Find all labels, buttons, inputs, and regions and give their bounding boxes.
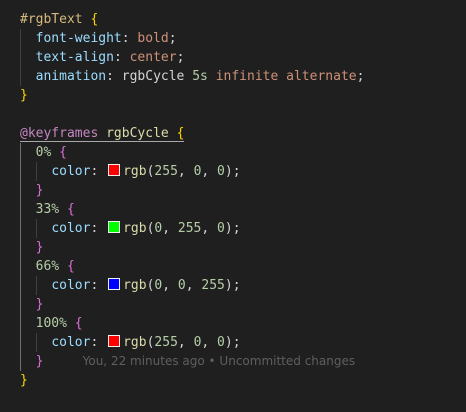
rgb-arg: 0 xyxy=(154,278,163,293)
code-line: } You, 22 minutes ago • Uncommitted chan… xyxy=(20,352,355,371)
code-line: @keyframes rgbCycle { xyxy=(20,124,185,143)
code-line: color: rgb(0, 255, 0); xyxy=(51,221,241,236)
code-line: } xyxy=(20,295,44,314)
css-property: color xyxy=(51,278,91,293)
keyframes-name: rgbCycle xyxy=(106,126,169,141)
keyframe-stop: 0% xyxy=(35,145,52,160)
css-function: rgb xyxy=(123,278,147,293)
brace-close: } xyxy=(20,88,28,103)
brace-close: } xyxy=(35,183,44,198)
css-function: rgb xyxy=(123,164,147,179)
css-value: bold xyxy=(137,31,169,46)
brace-close: } xyxy=(35,354,44,369)
rgb-arg: 0 xyxy=(217,335,225,350)
code-line: color: rgb(255, 0, 0); xyxy=(51,335,241,350)
css-property: font-weight xyxy=(35,31,122,46)
code-line: animation: rgbCycle 5s infinite alternat… xyxy=(35,69,365,84)
brace-close: } xyxy=(35,240,44,255)
css-value: center xyxy=(129,50,177,65)
animation-name: rgbCycle xyxy=(121,69,185,84)
css-property: color xyxy=(51,335,91,350)
brace-open: { xyxy=(66,259,75,274)
rgb-arg: 255 xyxy=(177,221,202,236)
css-property: text-align xyxy=(35,50,114,65)
color-swatch[interactable] xyxy=(108,164,121,176)
brace-open: { xyxy=(66,202,75,217)
code-line: text-align: center; xyxy=(35,50,185,65)
code-line: 100% { xyxy=(20,314,83,333)
brace-open: { xyxy=(176,126,185,142)
rgb-arg: 255 xyxy=(154,335,178,350)
brace-open: { xyxy=(74,316,83,331)
code-line: color: rgb(0, 0, 255); xyxy=(51,278,241,293)
animation-direction: alternate xyxy=(286,69,357,84)
rgb-arg: 0 xyxy=(217,164,225,179)
brace-close: } xyxy=(35,297,44,312)
brace-open: { xyxy=(90,12,99,27)
code-line: 66% { xyxy=(20,257,75,276)
git-blame-annotation: You, 22 minutes ago • Uncommitted change… xyxy=(82,354,356,368)
css-function: rgb xyxy=(123,335,147,350)
brace-close: } xyxy=(20,373,28,388)
css-selector: #rgbText xyxy=(20,12,83,27)
code-line: 0% { xyxy=(20,143,67,162)
code-editor[interactable]: #rgbText { font-weight: bold; text-align… xyxy=(0,0,466,412)
rgb-arg: 255 xyxy=(201,278,225,293)
code-line: } xyxy=(20,371,28,390)
rgb-arg: 0 xyxy=(177,278,186,293)
rgb-arg: 0 xyxy=(193,335,202,350)
code-line: 33% { xyxy=(20,200,75,219)
css-function: rgb xyxy=(123,221,147,236)
css-property: animation xyxy=(35,69,107,84)
code-line: } xyxy=(20,238,44,257)
animation-duration: 5s xyxy=(192,69,208,84)
color-swatch[interactable] xyxy=(108,221,121,233)
rgb-arg: 0 xyxy=(217,221,225,236)
color-swatch[interactable] xyxy=(108,278,121,290)
rgb-arg: 0 xyxy=(154,221,163,236)
code-line: } xyxy=(20,181,44,200)
code-line: #rgbText { xyxy=(20,10,98,29)
rgb-arg: 255 xyxy=(154,164,178,179)
color-swatch[interactable] xyxy=(108,335,121,347)
css-property: color xyxy=(51,221,91,236)
code-line: font-weight: bold; xyxy=(35,31,177,46)
at-rule-keyword: @keyframes xyxy=(20,126,99,141)
code-line: } xyxy=(20,86,28,105)
css-property: color xyxy=(51,164,91,179)
keyframe-stop: 33% xyxy=(35,202,60,217)
rgb-arg: 0 xyxy=(193,164,202,179)
keyframe-stop: 66% xyxy=(35,259,60,274)
code-line: color: rgb(255, 0, 0); xyxy=(51,164,241,179)
brace-open: { xyxy=(59,145,67,160)
animation-iteration: infinite xyxy=(215,69,279,84)
keyframe-stop: 100% xyxy=(35,316,67,331)
